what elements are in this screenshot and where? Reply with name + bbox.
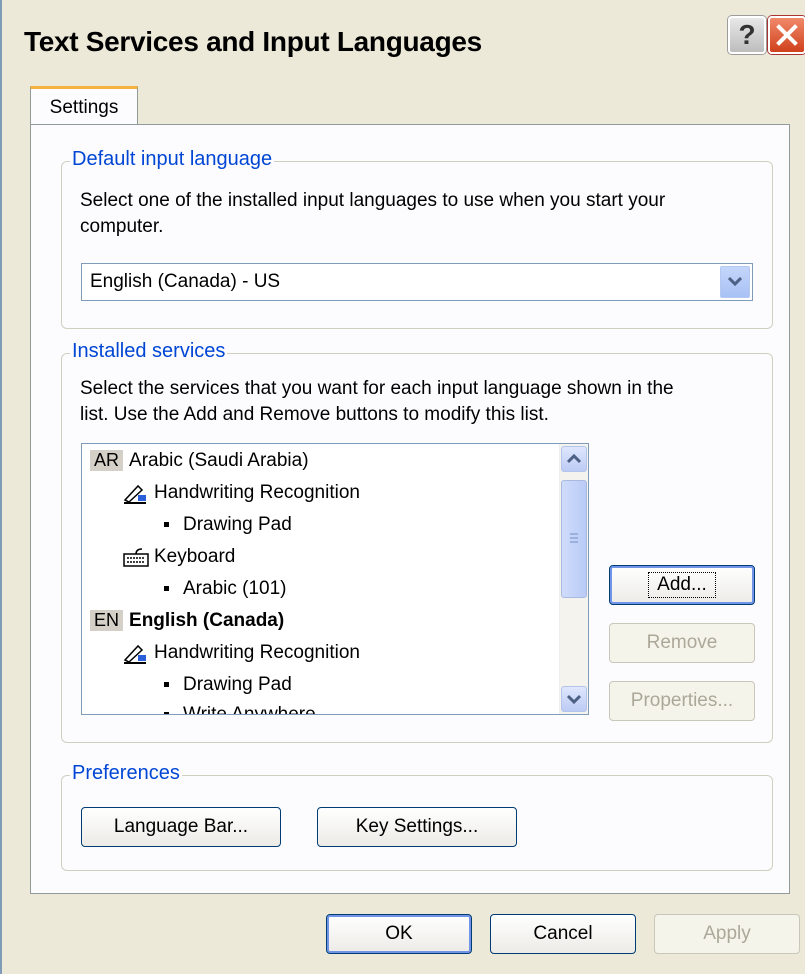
list-item[interactable]: EN English (Canada) <box>90 610 284 632</box>
cancel-button[interactable]: Cancel <box>490 914 636 954</box>
properties-button[interactable]: Properties... <box>609 681 755 721</box>
bullet-icon <box>164 586 169 592</box>
list-item[interactable]: Handwriting Recognition <box>122 642 360 664</box>
settings-panel: Default input language Select one of the… <box>30 124 790 894</box>
close-icon <box>776 24 798 46</box>
list-item[interactable]: Drawing Pad <box>164 674 292 696</box>
close-button[interactable] <box>768 16 805 54</box>
list-item-label: Drawing Pad <box>183 674 292 695</box>
list-item-label: Handwriting Recognition <box>154 482 360 504</box>
list-item-label: Keyboard <box>154 546 236 568</box>
scroll-down-button[interactable] <box>561 686 587 712</box>
dialog-window: Text Services and Input Languages ? Sett… <box>0 0 805 974</box>
vertical-scrollbar[interactable] <box>559 444 588 714</box>
list-item[interactable]: AR Arabic (Saudi Arabia) <box>90 450 309 472</box>
bullet-icon <box>164 682 169 688</box>
preferences-legend: Preferences <box>70 762 182 785</box>
default-language-select[interactable]: English (Canada) - US <box>81 263 753 301</box>
list-item[interactable]: Keyboard <box>122 546 235 568</box>
installed-services-description-line2: list. Use the Add and Remove buttons to … <box>80 404 549 425</box>
language-abbr: AR <box>90 450 124 471</box>
chevron-down-icon <box>567 694 581 704</box>
bullet-icon <box>164 712 169 714</box>
default-language-description-line1: Select one of the installed input langua… <box>80 190 666 211</box>
list-item-label: Handwriting Recognition <box>154 642 360 664</box>
tab-settings[interactable]: Settings <box>30 86 138 126</box>
pen-icon <box>123 644 146 664</box>
default-language-value: English (Canada) - US <box>90 271 281 292</box>
scroll-up-button[interactable] <box>561 446 587 472</box>
default-language-description-line2: computer. <box>80 216 164 237</box>
list-item[interactable]: Write Anywhere <box>164 704 316 715</box>
add-button[interactable]: Add... <box>609 565 755 605</box>
list-item-label: Arabic (Saudi Arabia) <box>129 450 309 471</box>
remove-button[interactable]: Remove <box>609 623 755 663</box>
help-button[interactable]: ? <box>728 16 766 54</box>
installed-services-description-line1: Select the services that you want for ea… <box>80 378 674 399</box>
list-item-label: Arabic (101) <box>183 578 287 599</box>
list-item[interactable]: Handwriting Recognition <box>122 482 360 504</box>
dropdown-button[interactable] <box>720 266 750 298</box>
default-language-legend: Default input language <box>70 148 275 171</box>
list-item[interactable]: Arabic (101) <box>164 578 287 600</box>
bullet-icon <box>164 522 169 528</box>
list-item-label: Write Anywhere <box>183 704 316 715</box>
keyboard-icon <box>123 548 149 567</box>
chevron-up-icon <box>567 454 581 464</box>
list-item[interactable]: Drawing Pad <box>164 514 292 536</box>
language-bar-button[interactable]: Language Bar... <box>81 807 281 847</box>
installed-services-legend: Installed services <box>70 340 228 363</box>
title-bar[interactable]: Text Services and Input Languages ? <box>2 0 805 84</box>
apply-button[interactable]: Apply <box>654 914 800 954</box>
default-language-group: Default input language Select one of the… <box>61 148 773 329</box>
key-settings-button[interactable]: Key Settings... <box>317 807 517 847</box>
grip-icon <box>570 533 578 543</box>
list-item-label: Drawing Pad <box>183 514 292 535</box>
ok-button[interactable]: OK <box>326 914 472 954</box>
services-list[interactable]: AR Arabic (Saudi Arabia) Handwriting Reco… <box>81 443 589 715</box>
window-title: Text Services and Input Languages <box>24 26 482 57</box>
language-abbr: EN <box>90 610 124 631</box>
list-item-label: English (Canada) <box>129 610 285 631</box>
add-button-label: Add... <box>648 572 716 598</box>
scroll-thumb[interactable] <box>561 480 587 598</box>
pen-icon <box>123 484 146 504</box>
chevron-down-icon <box>728 277 742 287</box>
